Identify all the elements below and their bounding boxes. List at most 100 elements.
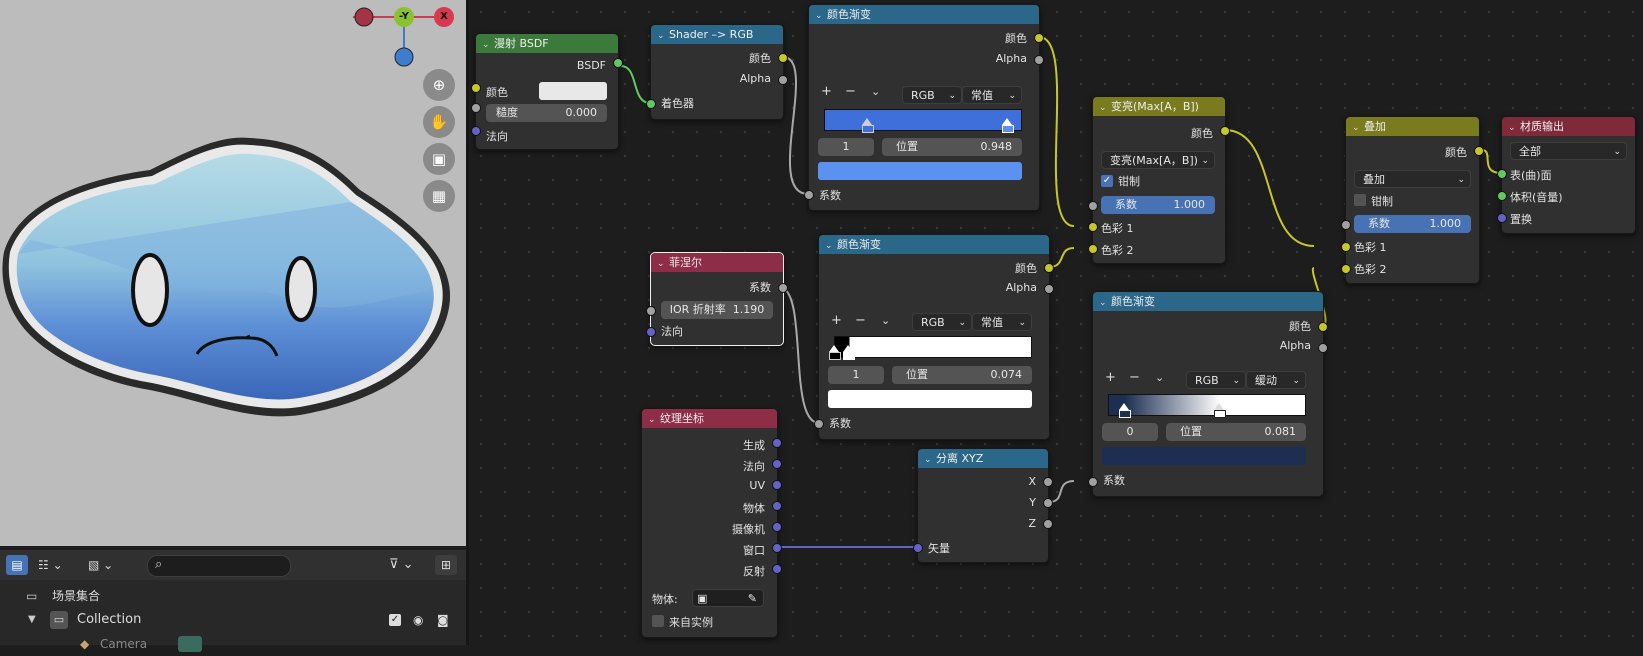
socket-surface-in[interactable] [1497, 169, 1507, 179]
color-mode-dropdown[interactable]: RGB ⌄ [902, 86, 962, 104]
node-color-ramp-1[interactable]: ⌄ 颜色渐变 颜色 Alpha + − ⌄ RGB ⌄ 常值 ⌄ 1 位置 0.948 … [808, 4, 1040, 211]
add-stop-button[interactable]: + [831, 313, 842, 328]
collapse-chevron-icon[interactable]: ⌄ [1508, 119, 1518, 136]
socket-color-out[interactable] [1220, 126, 1230, 136]
socket-ior-in[interactable] [646, 306, 656, 316]
render-target-dropdown[interactable]: 全部 ⌄ [1510, 142, 1627, 160]
socket-fac-out[interactable] [778, 283, 788, 293]
socket-object-out[interactable] [772, 501, 782, 511]
socket-color2-in[interactable] [1088, 244, 1098, 254]
node-header[interactable]: ⌄ 颜色渐变 [819, 235, 1049, 254]
collapse-chevron-icon[interactable]: ⌄ [815, 7, 825, 24]
collapse-chevron-icon[interactable]: ⌄ [825, 237, 835, 254]
node-header[interactable]: ⌄ 变亮(Max[A，B]) [1093, 97, 1225, 116]
socket-normal-in[interactable] [646, 327, 656, 337]
node-color-ramp-3[interactable]: ⌄ 颜色渐变 颜色 Alpha + − ⌄ RGB ⌄ 缓动 ⌄ 0 位置 0.081 … [1092, 291, 1324, 497]
visibility-eye-icon[interactable]: ◉ [413, 608, 423, 632]
include-checkbox[interactable]: ✓ [389, 614, 401, 626]
socket-color-in[interactable] [471, 83, 481, 93]
active-stop-index-field[interactable]: 0 [1102, 423, 1158, 441]
collapse-chevron-icon[interactable]: ⌄ [657, 27, 667, 44]
socket-fac-in[interactable] [804, 190, 814, 200]
socket-color-out[interactable] [778, 53, 788, 63]
node-header[interactable]: ⌄ 叠加 [1346, 117, 1479, 136]
interpolation-dropdown[interactable]: 常值 ⌄ [962, 86, 1022, 104]
collapse-chevron-icon[interactable]: ⌄ [482, 36, 492, 53]
socket-fac-in[interactable] [1341, 220, 1351, 230]
fac-slider[interactable]: 系数 1.000 [1354, 215, 1471, 233]
remove-stop-button[interactable]: − [845, 84, 856, 99]
socket-camera-out[interactable] [772, 522, 782, 532]
ramp-menu-chevron-icon[interactable]: ⌄ [881, 314, 890, 327]
stop-position-field[interactable]: 位置 0.074 [892, 366, 1032, 384]
ramp-stop-1-box[interactable] [1002, 125, 1014, 133]
clamp-checkbox[interactable] [1354, 194, 1366, 206]
socket-displacement-in[interactable] [1497, 213, 1507, 223]
ramp-menu-chevron-icon[interactable]: ⌄ [1155, 371, 1164, 384]
socket-x-out[interactable] [1043, 477, 1053, 487]
socket-color1-in[interactable] [1341, 242, 1351, 252]
collapse-chevron-icon[interactable]: ⌄ [924, 451, 934, 468]
active-stop-index-field[interactable]: 1 [828, 366, 884, 384]
gizmo-y-axis[interactable]: -Y [394, 7, 414, 27]
socket-color-out[interactable] [1044, 263, 1054, 273]
color-swatch[interactable] [539, 82, 607, 100]
roughness-field[interactable]: 糙度 0.000 [486, 104, 607, 122]
node-separate-xyz[interactable]: ⌄ 分离 XYZ X Y Z 矢量 [917, 448, 1049, 563]
socket-color-out[interactable] [1474, 146, 1484, 156]
stop-color-swatch[interactable] [1102, 447, 1306, 465]
socket-fac-in[interactable] [1088, 477, 1098, 487]
shader-node-editor[interactable]: ⌄ 漫射 BSDF BSDF 颜色 糙度 0.000 法向 ⌄ Shader –> R… [469, 0, 1643, 645]
socket-vector-in[interactable] [913, 543, 923, 553]
socket-alpha-out[interactable] [1034, 55, 1044, 65]
active-stop-index-field[interactable]: 1 [818, 138, 874, 156]
node-header[interactable]: ⌄ Shader –> RGB [651, 25, 783, 44]
eyedropper-icon[interactable]: ✎ [748, 590, 757, 608]
socket-generated-out[interactable] [772, 438, 782, 448]
ramp-stop-1-box[interactable] [1214, 410, 1226, 418]
node-material-output[interactable]: ⌄ 材质输出 全部 ⌄ 表(曲)面 体积(音量) 置换 [1501, 116, 1636, 234]
gizmo-x-axis[interactable]: X [434, 7, 454, 27]
grid-icon[interactable]: ▦ [423, 180, 455, 212]
node-mix-add[interactable]: ⌄ 叠加 颜色 叠加 ⌄ 钳制 系数 1.000 色彩 1 色彩 2 [1345, 116, 1480, 284]
display-mode-dropdown[interactable]: ☷ ⌄ [38, 555, 74, 575]
ramp-stop-0[interactable] [862, 118, 872, 125]
node-header[interactable]: ⌄ 菲涅尔 [651, 253, 783, 272]
camera-view-icon[interactable]: ▣ [423, 143, 455, 175]
ramp-stop-1-box[interactable] [843, 352, 855, 360]
stop-color-swatch[interactable] [828, 390, 1032, 408]
collapse-chevron-icon[interactable]: ⌄ [1099, 294, 1109, 311]
expand-arrow-icon[interactable]: ▼ [28, 608, 36, 632]
socket-shader-in[interactable] [646, 99, 656, 109]
stop-position-field[interactable]: 位置 0.948 [882, 138, 1022, 156]
collapse-chevron-icon[interactable]: ⌄ [1099, 99, 1109, 116]
socket-color-out[interactable] [1034, 33, 1044, 43]
ramp-stop-1[interactable] [1002, 118, 1012, 125]
socket-z-out[interactable] [1043, 519, 1053, 529]
interpolation-dropdown[interactable]: 缓动 ⌄ [1246, 371, 1306, 389]
outliner-row-camera[interactable]: ◆ Camera [0, 632, 466, 656]
socket-uv-out[interactable] [772, 480, 782, 490]
ramp-stop-0-box[interactable] [862, 125, 874, 133]
node-mix-lighten[interactable]: ⌄ 变亮(Max[A，B]) 颜色 变亮(Max[A，B]) ⌄ ✓ 钳制 系数 1.… [1092, 96, 1226, 264]
node-header[interactable]: ⌄ 纹理坐标 [642, 409, 777, 428]
remove-stop-button[interactable]: − [1129, 370, 1140, 385]
new-collection-icon[interactable]: ⊞ [435, 555, 457, 575]
socket-fac-in[interactable] [814, 419, 824, 429]
node-header[interactable]: ⌄ 分离 XYZ [918, 449, 1048, 468]
fac-slider[interactable]: 系数 1.000 [1101, 196, 1215, 214]
remove-stop-button[interactable]: − [855, 313, 866, 328]
clamp-checkbox[interactable]: ✓ [1101, 175, 1113, 187]
node-fresnel[interactable]: ⌄ 菲涅尔 系数 IOR 折射率 1.190 法向 [650, 252, 784, 346]
ramp-menu-chevron-icon[interactable]: ⌄ [871, 85, 880, 98]
node-color-ramp-2[interactable]: ⌄ 颜色渐变 颜色 Alpha + − ⌄ RGB ⌄ 常值 ⌄ 1 位置 0.074 … [818, 234, 1050, 440]
blend-mode-dropdown[interactable]: 变亮(Max[A，B]) ⌄ [1101, 151, 1215, 169]
ramp-stop-0-box[interactable] [829, 352, 841, 360]
pan-hand-icon[interactable]: ✋ [423, 106, 455, 138]
collapse-chevron-icon[interactable]: ⌄ [648, 411, 658, 428]
ramp-stop-0[interactable] [1119, 403, 1129, 410]
socket-alpha-out[interactable] [1044, 284, 1054, 294]
socket-color1-in[interactable] [1088, 222, 1098, 232]
socket-normal-out[interactable] [772, 459, 782, 469]
color-mode-dropdown[interactable]: RGB ⌄ [1186, 371, 1246, 389]
